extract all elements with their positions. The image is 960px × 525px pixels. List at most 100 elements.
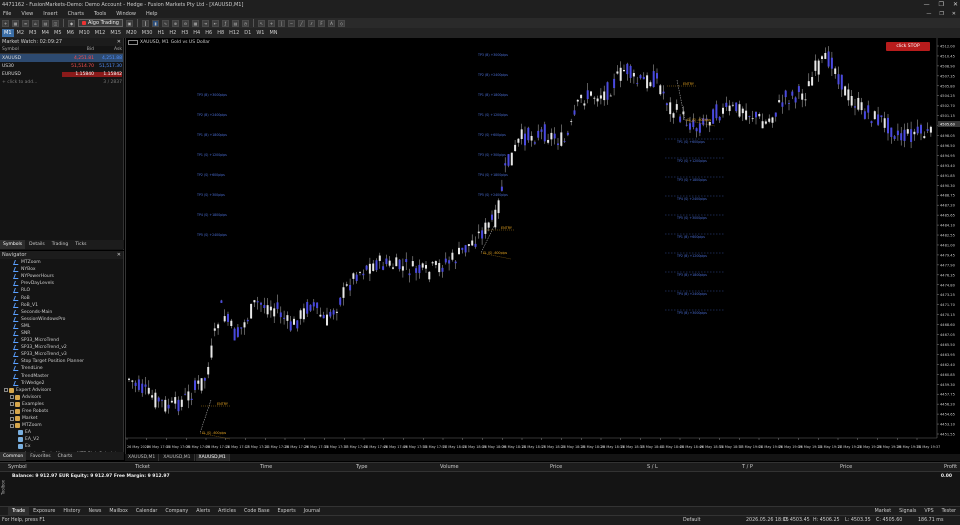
navigator-item[interactable]: RoB_V1 [0,302,123,309]
column-bid[interactable]: Bid [62,47,94,52]
column-symbol[interactable]: Symbol [8,464,27,470]
vps-link[interactable]: VPS [924,509,933,514]
chart-tab[interactable]: XAUUSD,M1 [125,454,160,461]
bar-chart-icon[interactable]: ┃ [141,19,149,27]
cursor-icon[interactable]: ↖ [257,19,265,27]
expand-icon[interactable] [10,409,14,414]
tab-ticks[interactable]: Ticks [72,240,89,249]
column-time[interactable]: Time [260,464,272,470]
timeframe-h4[interactable]: H4 [191,29,202,37]
vertical-line-icon[interactable]: │ [277,19,285,27]
navigator-item[interactable]: TrendMaster [0,373,123,380]
navigator-item[interactable]: SP33_MicroTrend_v3 [0,351,123,358]
timeframe-m6[interactable]: M6 [65,29,77,37]
market-watch-row[interactable]: US30 51,514.70 51,517.30 [0,62,123,70]
close-icon[interactable]: ✕ [953,1,958,8]
menu-tools[interactable]: Tools [94,11,106,17]
add-symbol-row[interactable]: + click to add... 3 / 2837 [0,78,123,86]
timeframe-h3[interactable]: H3 [179,29,190,37]
stop-button[interactable]: click STOP [886,42,930,51]
zoom-out-icon[interactable]: ⊖ [181,19,189,27]
signals-link[interactable]: Signals [899,509,916,514]
navigator-item[interactable]: Free Robots [0,408,123,415]
templates-icon[interactable]: ▤ [231,19,239,27]
navigator-item[interactable]: MTZoom [0,422,123,429]
price-chart[interactable]: 4512.00 4510.45 4508.90 4507.35 4505.80 4504.… [125,38,960,454]
periods-icon[interactable]: ◷ [241,19,249,27]
toolbox-side-label[interactable]: Toolbox [0,470,6,506]
close-icon[interactable]: ✕ [117,39,121,45]
navigator-item[interactable]: Stop Target Position Planner [0,358,123,365]
timeframe-h6[interactable]: H6 [203,29,214,37]
status-profile[interactable]: Default [683,518,701,523]
tester-link[interactable]: Tester [942,509,956,514]
timeframe-m15[interactable]: M15 [108,29,123,37]
minimize-icon[interactable]: — [924,1,930,8]
timeframe-m3[interactable]: M3 [27,29,39,37]
column-price[interactable]: Price [550,464,562,470]
navigator-item[interactable]: NYBox [0,266,123,273]
timeframe-h12[interactable]: H12 [227,29,241,37]
maximize-icon[interactable]: ❐ [939,1,944,8]
tester-icon[interactable]: ◫ [52,19,59,27]
navigator-item[interactable]: TrendLine [0,365,123,372]
chart-restore-icon[interactable]: ❐ [939,11,943,17]
tab-favorites[interactable]: Favorites [27,452,53,461]
timeframe-mn[interactable]: MN [267,29,279,37]
tile-windows-icon[interactable]: ▦ [191,19,199,27]
toolbox-icon[interactable]: ▤ [42,19,49,27]
navigator-item[interactable]: RoB [0,294,123,301]
close-icon[interactable]: ✕ [117,252,121,258]
timeframe-w1[interactable]: W1 [254,29,266,37]
column-type[interactable]: Type [356,464,367,470]
fibonacci-icon[interactable]: F [317,19,325,27]
menu-insert[interactable]: Insert [43,11,57,17]
channel-icon[interactable]: ⫽ [307,19,315,27]
menu-view[interactable]: View [21,11,33,17]
timeframe-d1[interactable]: D1 [242,29,253,37]
indicators-icon[interactable]: ƒ [221,19,229,27]
timeframe-m1[interactable]: M1 [2,29,14,37]
zoom-in-icon[interactable]: ⊕ [171,19,179,27]
expand-icon[interactable] [10,423,14,428]
navigator-item[interactable]: SP33_MicroTrend_v2 [0,344,123,351]
chart-shift-icon[interactable]: ⇤ [211,19,219,27]
column-ticket[interactable]: Ticket [135,464,150,470]
navigator-item[interactable]: Advisors [0,394,123,401]
tab-charts[interactable]: Charts [55,452,76,461]
timeframe-m2[interactable]: M2 [15,29,27,37]
expand-icon[interactable] [10,402,14,407]
timeframe-h2[interactable]: H2 [167,29,178,37]
navigator-item[interactable]: Expert Advisors [0,387,123,394]
navigator-item[interactable]: EA [0,429,123,436]
tab-trading[interactable]: Trading [49,240,72,249]
timeframe-m12[interactable]: M12 [93,29,108,37]
timeframe-m30[interactable]: M30 [140,29,155,37]
column-sl[interactable]: S / L [647,464,658,470]
chart-tab[interactable]: XAUUSD,M1 [160,454,195,461]
navigator-item[interactable]: EA_V2 [0,436,123,443]
expand-icon[interactable] [4,388,8,393]
navigator-item[interactable]: NYPowerHours [0,273,123,280]
algo-trading-button[interactable]: Algo Trading [78,19,123,27]
market-link[interactable]: Market [875,509,892,514]
navigator-item[interactable]: SessionWindowsPro [0,316,123,323]
timeframe-m5[interactable]: M5 [52,29,64,37]
tab-common[interactable]: Common [0,452,27,461]
chart-tab-active[interactable]: XAUUSD,M1 [195,454,230,461]
column-tp[interactable]: T / P [742,464,753,470]
text-icon[interactable]: A [327,19,335,27]
tab-details[interactable]: Details [26,240,48,249]
navigator-item[interactable]: Examples [0,401,123,408]
column-current-price[interactable]: Price [840,464,852,470]
chart-minimize-icon[interactable]: — [926,11,931,17]
expand-icon[interactable] [10,395,14,400]
navigator-item[interactable]: SP33_MicroTrend [0,337,123,344]
candlestick-icon[interactable]: ▮ [151,19,159,27]
market-watch-icon[interactable]: ≡ [22,19,29,27]
navigator-item[interactable]: MTZoom [0,259,123,266]
chart-close-icon[interactable]: ✕ [952,11,956,17]
new-order-icon[interactable]: ▣ [125,19,133,27]
expand-icon[interactable] [10,416,14,421]
profiles-icon[interactable]: ▦ [12,19,19,27]
